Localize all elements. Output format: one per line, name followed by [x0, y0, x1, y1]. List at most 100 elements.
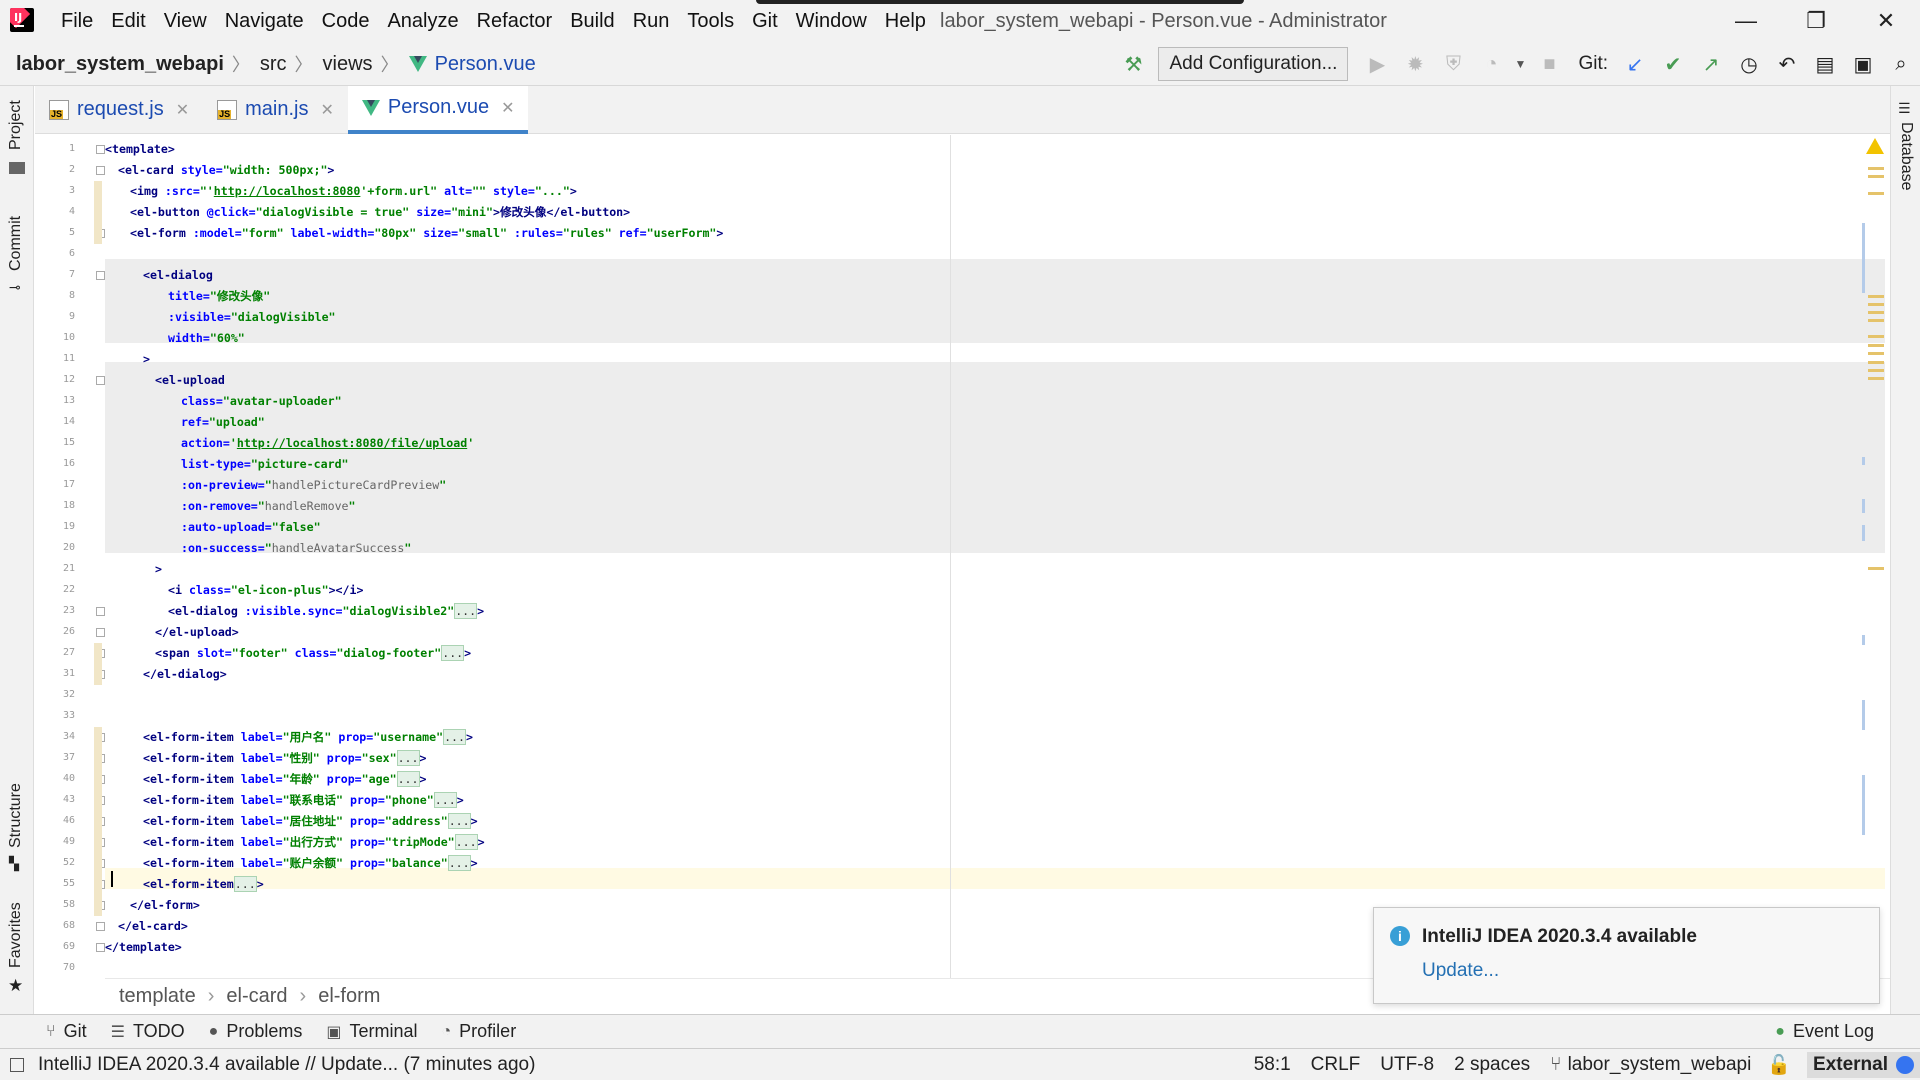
search-icon[interactable]: ⌕	[1882, 42, 1920, 86]
fold-marker-icon[interactable]	[96, 166, 105, 175]
warning-marker[interactable]	[1868, 295, 1884, 298]
fold-marker-icon[interactable]	[96, 376, 105, 385]
code-editor[interactable]: <template> <el-card style="width: 500px;"…	[105, 135, 1885, 978]
todo-tool-button[interactable]: ☰ TODO	[111, 1021, 185, 1042]
add-configuration-button[interactable]: Add Configuration...	[1158, 47, 1349, 81]
fold-marker-icon[interactable]	[96, 271, 105, 280]
menu-code[interactable]: Code	[313, 0, 379, 42]
intellij-logo-icon[interactable]: IJ	[10, 8, 34, 32]
error-stripe[interactable]	[1862, 135, 1890, 978]
breadcrumb-el-card[interactable]: el-card	[226, 985, 287, 1008]
rollback-icon[interactable]: ↶	[1768, 42, 1806, 86]
folded-code-region[interactable]: ...	[396, 750, 420, 766]
folded-code-region[interactable]: ...	[396, 771, 420, 787]
run-icon[interactable]: ▶	[1358, 42, 1396, 86]
folded-code-region[interactable]: ...	[441, 645, 465, 661]
git-tool-button[interactable]: ⑂ Git	[46, 1021, 87, 1042]
menu-refactor[interactable]: Refactor	[468, 0, 562, 42]
project-tool-tab[interactable]: Project	[7, 100, 25, 150]
breadcrumb-project[interactable]: labor_system_webapi	[16, 53, 224, 76]
tab-main-js[interactable]: JS main.js ✕	[203, 86, 348, 134]
menu-help[interactable]: Help	[876, 0, 935, 42]
caret-position[interactable]: 58:1	[1254, 1054, 1291, 1076]
profiler-tool-button[interactable]: ◔ Profiler	[442, 1021, 517, 1042]
chevron-down-icon[interactable]: ▼	[1510, 42, 1530, 86]
update-link[interactable]: Update...	[1422, 960, 1499, 982]
indent-setting[interactable]: 2 spaces	[1454, 1054, 1530, 1076]
menu-analyze[interactable]: Analyze	[378, 0, 467, 42]
folded-code-region[interactable]: ...	[454, 834, 478, 850]
folded-code-region[interactable]: ...	[454, 603, 478, 619]
close-tab-icon[interactable]: ✕	[501, 98, 514, 118]
commit-tool-tab[interactable]: Commit	[7, 216, 25, 271]
warning-marker[interactable]	[1868, 352, 1884, 355]
external-widget[interactable]: External	[1807, 1051, 1920, 1078]
warning-marker[interactable]	[1868, 377, 1884, 380]
debug-icon[interactable]: ✹	[1396, 42, 1434, 86]
close-tab-icon[interactable]: ✕	[176, 100, 189, 120]
fold-marker-icon[interactable]	[96, 922, 105, 931]
folded-code-region[interactable]: ...	[233, 876, 257, 892]
menu-run[interactable]: Run	[624, 0, 679, 42]
warning-marker[interactable]	[1868, 369, 1884, 372]
breadcrumb-template[interactable]: template	[119, 985, 196, 1008]
git-push-icon[interactable]: ↗	[1692, 42, 1730, 86]
profile-run-icon[interactable]: ◔	[1472, 42, 1510, 86]
warning-marker[interactable]	[1868, 303, 1884, 306]
structure-tool-tab[interactable]: Structure	[7, 783, 25, 848]
menu-view[interactable]: View	[155, 0, 216, 42]
restore-button[interactable]: ❐	[1786, 0, 1846, 42]
breadcrumb-file[interactable]: Person.vue	[435, 53, 536, 76]
event-log-button[interactable]: ● Event Log	[1775, 1021, 1874, 1042]
history-icon[interactable]: ◷	[1730, 42, 1768, 86]
warning-marker[interactable]	[1868, 344, 1884, 347]
folded-code-region[interactable]: ...	[447, 855, 471, 871]
warning-marker[interactable]	[1868, 319, 1884, 322]
menu-navigate[interactable]: Navigate	[216, 0, 313, 42]
menu-edit[interactable]: Edit	[102, 0, 154, 42]
warning-icon[interactable]	[1866, 138, 1884, 154]
warning-marker[interactable]	[1868, 335, 1884, 338]
git-commit-icon[interactable]: ✔	[1654, 42, 1692, 86]
minimize-button[interactable]: —	[1716, 0, 1776, 42]
fold-marker-icon[interactable]	[96, 628, 105, 637]
folded-code-region[interactable]: ...	[447, 813, 471, 829]
lock-icon[interactable]: 🔓	[1767, 1053, 1791, 1077]
breadcrumb-el-form[interactable]: el-form	[318, 985, 380, 1008]
menu-git[interactable]: Git	[743, 0, 787, 42]
build-hammer-icon[interactable]: ⚒	[1114, 42, 1152, 86]
close-window-button[interactable]: ✕	[1856, 0, 1916, 42]
fold-marker-icon[interactable]	[96, 943, 105, 952]
vcs-change-marker[interactable]	[94, 727, 102, 916]
menu-file[interactable]: File	[52, 0, 102, 42]
problems-tool-button[interactable]: ● Problems	[209, 1021, 303, 1042]
file-encoding[interactable]: UTF-8	[1380, 1054, 1434, 1076]
project-structure-icon[interactable]: ▤	[1806, 42, 1844, 86]
warning-marker[interactable]	[1868, 167, 1884, 170]
menu-tools[interactable]: Tools	[678, 0, 743, 42]
warning-marker[interactable]	[1868, 175, 1884, 178]
update-notification[interactable]: i IntelliJ IDEA 2020.3.4 available Updat…	[1373, 907, 1880, 1004]
folded-code-region[interactable]: ...	[443, 729, 467, 745]
favorites-tool-tab[interactable]: Favorites	[7, 902, 25, 968]
menu-build[interactable]: Build	[561, 0, 623, 42]
folded-code-region[interactable]: ...	[433, 792, 457, 808]
menu-window[interactable]: Window	[787, 0, 876, 42]
coverage-icon[interactable]: ⛨	[1434, 42, 1472, 86]
stop-icon[interactable]: ■	[1530, 42, 1568, 86]
git-branch[interactable]: labor_system_webapi	[1568, 1054, 1752, 1076]
breadcrumb-views[interactable]: views	[323, 53, 373, 76]
tab-request-js[interactable]: JS request.js ✕	[35, 86, 203, 134]
close-tab-icon[interactable]: ✕	[320, 100, 333, 120]
warning-marker[interactable]	[1868, 361, 1884, 364]
vcs-change-marker[interactable]	[94, 202, 102, 244]
breadcrumb-src[interactable]: src	[260, 53, 287, 76]
status-message[interactable]: IntelliJ IDEA 2020.3.4 available // Upda…	[38, 1054, 535, 1076]
tab-person-vue[interactable]: Person.vue ✕	[347, 85, 529, 134]
git-update-icon[interactable]: ↙	[1616, 42, 1654, 86]
line-separator[interactable]: CRLF	[1311, 1054, 1361, 1076]
warning-marker[interactable]	[1868, 567, 1884, 570]
vcs-change-marker[interactable]	[94, 643, 102, 685]
warning-marker[interactable]	[1868, 311, 1884, 314]
status-toggle-icon[interactable]	[10, 1057, 24, 1072]
